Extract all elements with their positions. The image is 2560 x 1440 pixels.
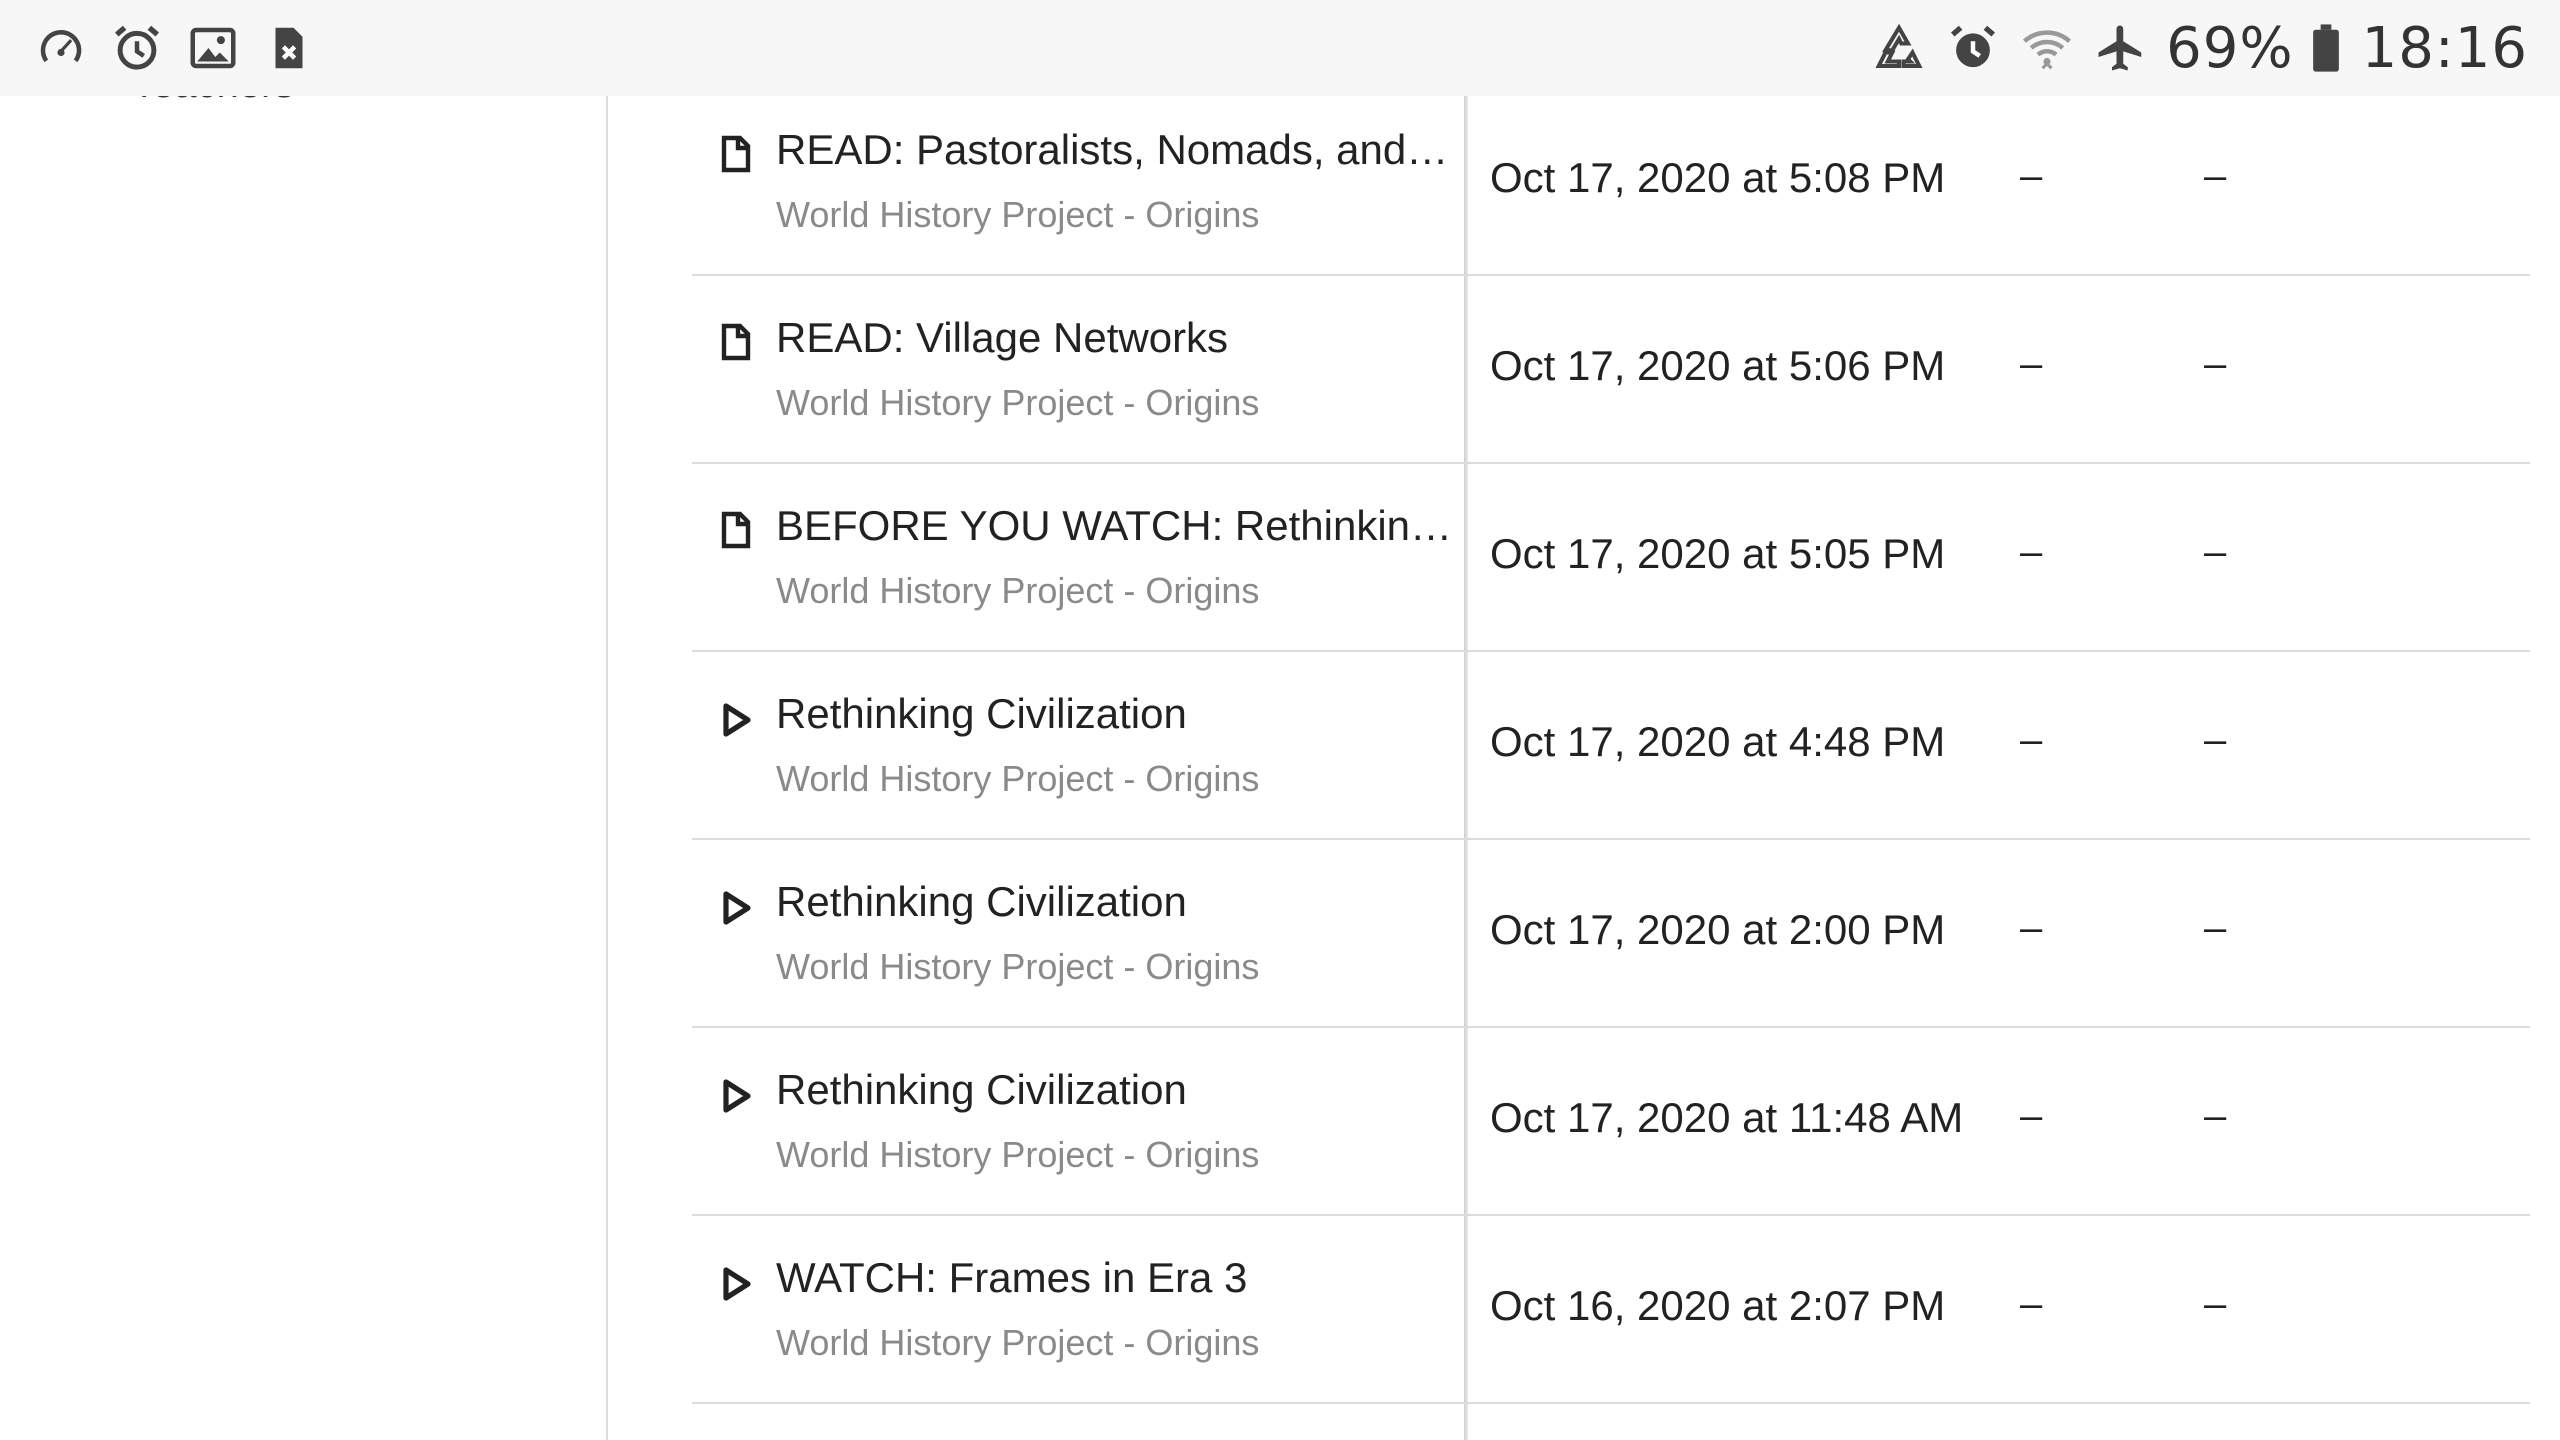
- sidebar-item-label[interactable]: Teachers: [132, 96, 294, 107]
- activity-item-cell[interactable]: Rethinking Civilization World History Pr…: [692, 840, 1464, 1026]
- activity-date: Oct 17, 2020 at 2:00 PM: [1490, 906, 1946, 953]
- activity-row[interactable]: WATCH: Frames in Era 3 World History Pro…: [692, 1216, 2530, 1404]
- wifi-icon: [2020, 21, 2074, 75]
- play-icon: [716, 888, 756, 928]
- activity-title[interactable]: Rethinking Civilization: [776, 690, 1456, 738]
- activity-column-3-value: –: [2020, 718, 2043, 762]
- airplane-icon: [2094, 21, 2148, 75]
- activity-course: World History Project - Origins: [776, 570, 1260, 611]
- activity-course: World History Project - Origins: [776, 1134, 1260, 1175]
- activity-item-cell[interactable]: READ: Village Networks World History Pro…: [692, 276, 1464, 462]
- activity-row[interactable]: Rethinking Civilization World History Pr…: [692, 1028, 2530, 1216]
- activity-column-3-value: –: [2020, 154, 2043, 198]
- activity-course: World History Project - Origins: [776, 194, 1260, 235]
- activity-date: Oct 17, 2020 at 11:48 AM: [1490, 1094, 1964, 1141]
- activity-title[interactable]: Rethinking Civilization: [776, 1066, 1456, 1114]
- status-bar-right: 69% 18:16: [1852, 16, 2528, 81]
- speedometer-icon: [34, 21, 88, 75]
- activity-row[interactable]: Rethinking Civilization World History Pr…: [692, 652, 2530, 840]
- image-icon: [186, 21, 240, 75]
- activity-column-3-value: –: [2020, 530, 2043, 574]
- activity-column-4-value: –: [2204, 342, 2227, 386]
- file-close-icon: [262, 21, 316, 75]
- play-icon: [716, 700, 756, 740]
- sidebar: Teachers: [0, 96, 608, 1440]
- activity-course: World History Project - Origins: [776, 1322, 1260, 1363]
- clock-time: 18:16: [2361, 15, 2528, 81]
- activity-item-cell[interactable]: Rethinking Civilization World History Pr…: [692, 652, 1464, 838]
- activity-date: Oct 17, 2020 at 4:48 PM: [1490, 718, 1946, 765]
- document-icon: [716, 510, 756, 550]
- document-icon: [716, 322, 756, 362]
- activity-column-4-value: –: [2204, 906, 2227, 950]
- activity-item-cell[interactable]: READ: Pastoralists, Nomads, and F... Wor…: [692, 96, 1464, 274]
- activity-course: World History Project - Origins: [776, 946, 1260, 987]
- recycle-sync-icon: [1872, 21, 1926, 75]
- activity-title[interactable]: READ: Village Networks: [776, 314, 1456, 362]
- activity-title[interactable]: WATCH: Frames in Era 3: [776, 1254, 1456, 1302]
- activity-title[interactable]: BEFORE YOU WATCH: Rethinking...: [776, 502, 1456, 550]
- activity-column-3-value: –: [2020, 1282, 2043, 1326]
- activity-row[interactable]: READ: Pastoralists, Nomads, and F... Wor…: [692, 96, 2530, 276]
- activity-item-cell[interactable]: WATCH: Frames in Era 3 World History Pro…: [692, 1216, 1464, 1402]
- activity-column-4-value: –: [2204, 154, 2227, 198]
- activity-course: World History Project - Origins: [776, 758, 1260, 799]
- status-bar: 69% 18:16: [0, 0, 2560, 96]
- activity-item-cell[interactable]: BEFORE YOU WATCH: Rethinking... World Hi…: [692, 464, 1464, 650]
- alarm-icon: [1946, 21, 2000, 75]
- activity-item-cell[interactable]: Rethinking Civilization World History Pr…: [692, 1028, 1464, 1214]
- activity-row[interactable]: Rethinking Civilization World History Pr…: [692, 840, 2530, 1028]
- play-icon: [716, 1076, 756, 1116]
- battery-icon: [2308, 21, 2344, 75]
- activity-column-4-value: –: [2204, 718, 2227, 762]
- activity-list: READ: Pastoralists, Nomads, and F... Wor…: [692, 96, 2530, 1404]
- activity-title[interactable]: READ: Pastoralists, Nomads, and F...: [776, 126, 1456, 174]
- activity-date: Oct 17, 2020 at 5:06 PM: [1490, 342, 1946, 389]
- activity-column-4-value: –: [2204, 530, 2227, 574]
- activity-column-4-value: –: [2204, 1282, 2227, 1326]
- alarm-icon: [110, 21, 164, 75]
- activity-course: World History Project - Origins: [776, 382, 1260, 423]
- activity-date: Oct 17, 2020 at 5:08 PM: [1490, 154, 1946, 201]
- status-bar-left: [34, 21, 338, 75]
- play-icon: [716, 1264, 756, 1304]
- activity-date: Oct 17, 2020 at 5:05 PM: [1490, 530, 1946, 577]
- activity-row[interactable]: READ: Village Networks World History Pro…: [692, 276, 2530, 464]
- activity-column-4-value: –: [2204, 1094, 2227, 1138]
- activity-column-3-value: –: [2020, 906, 2043, 950]
- activity-title[interactable]: Rethinking Civilization: [776, 878, 1456, 926]
- activity-date: Oct 16, 2020 at 2:07 PM: [1490, 1282, 1946, 1329]
- battery-percent: 69%: [2166, 15, 2294, 81]
- activity-row[interactable]: BEFORE YOU WATCH: Rethinking... World Hi…: [692, 464, 2530, 652]
- activity-column-3-value: –: [2020, 1094, 2043, 1138]
- activity-column-3-value: –: [2020, 342, 2043, 386]
- document-icon: [716, 134, 756, 174]
